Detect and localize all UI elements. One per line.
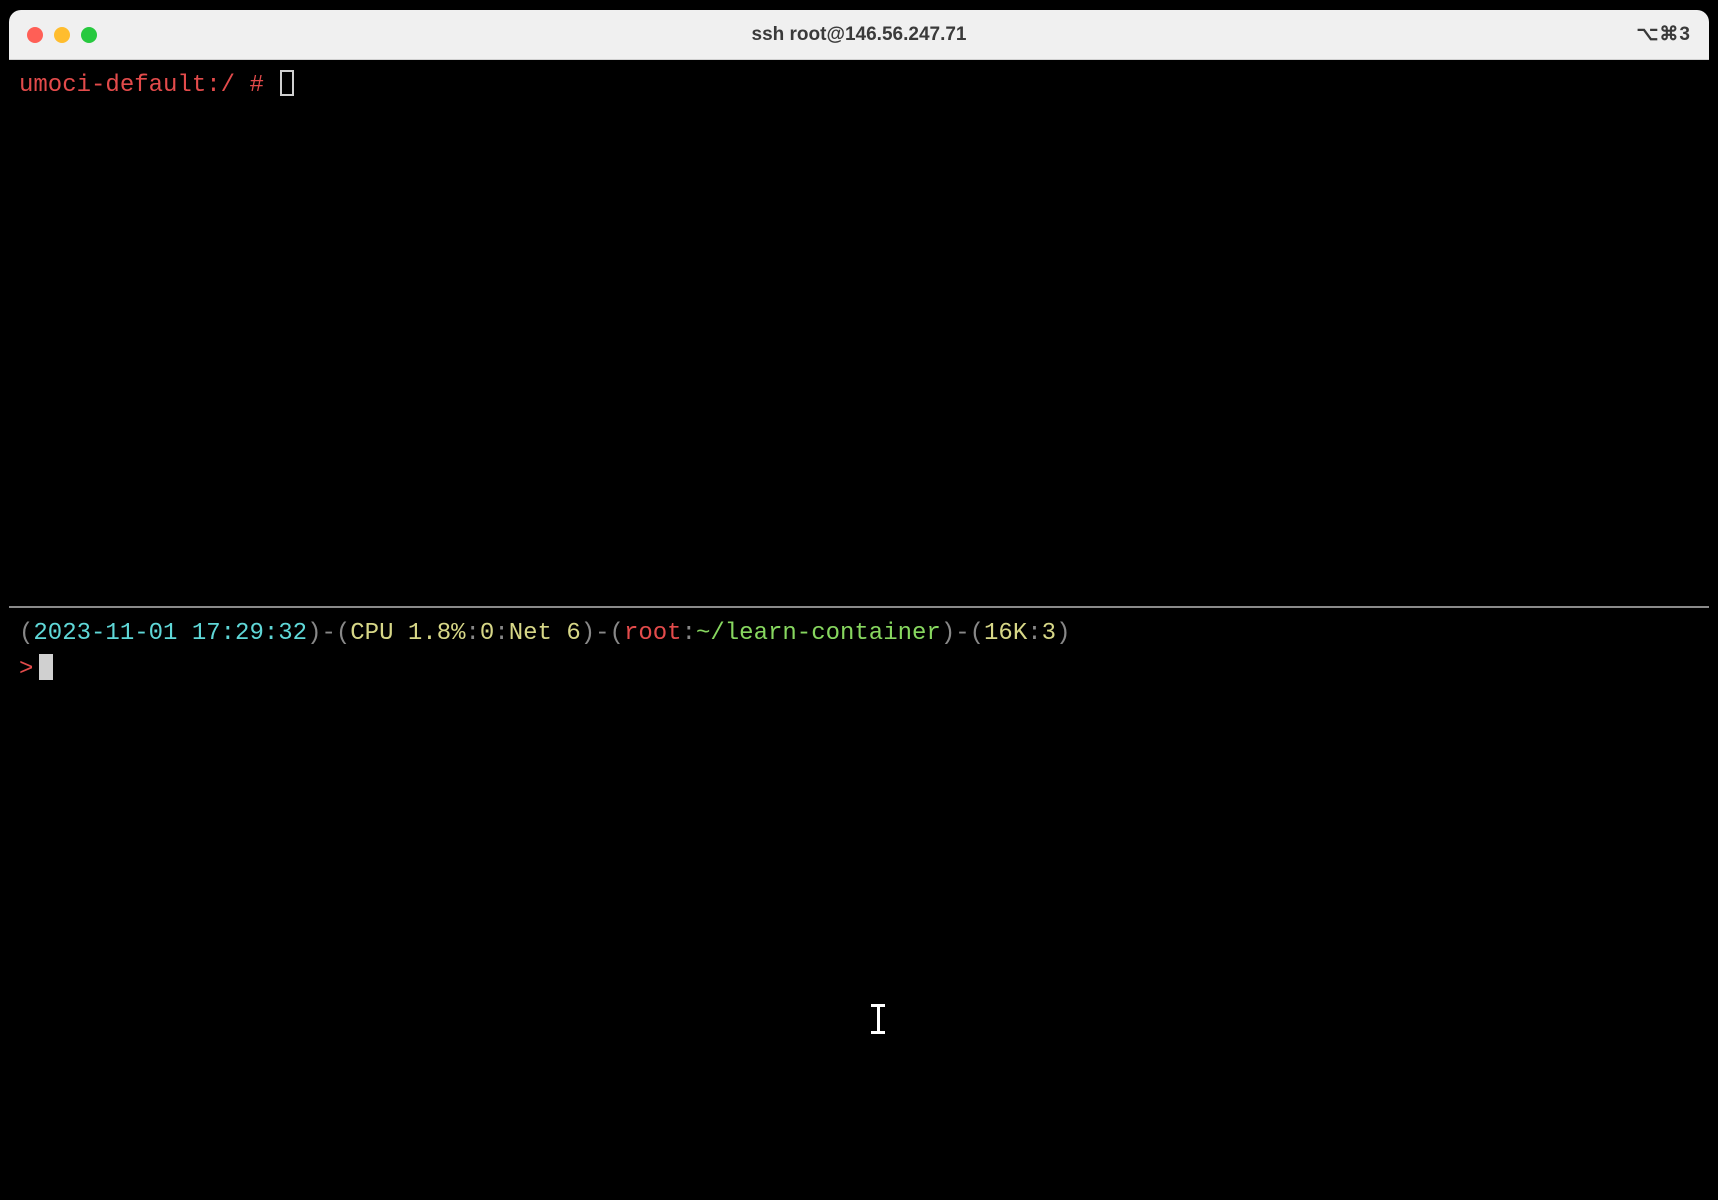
paren-open: ( bbox=[970, 620, 984, 647]
prompt-line-bottom: > bbox=[19, 652, 1699, 688]
timestamp-text: 2023-11-01 17:29:32 bbox=[33, 620, 307, 647]
paren-open: ( bbox=[336, 620, 350, 647]
user-text: root bbox=[624, 620, 682, 647]
terminal-pane-bottom[interactable]: (2023-11-01 17:29:32)-(CPU 1.8%:0:Net 6)… bbox=[9, 608, 1709, 696]
paren-close: ) bbox=[307, 620, 321, 647]
count-text: 3 bbox=[1042, 620, 1056, 647]
prompt-line-top: umoci-default:/ # bbox=[19, 68, 1699, 104]
separator: : bbox=[466, 620, 480, 647]
terminal-pane-top[interactable]: umoci-default:/ # bbox=[9, 60, 1709, 608]
net-label: Net 6 bbox=[509, 620, 581, 647]
maximize-button[interactable] bbox=[81, 27, 97, 43]
prompt-text: umoci-default:/ # bbox=[19, 72, 278, 99]
paren-close: ) bbox=[1056, 620, 1070, 647]
cursor-icon bbox=[280, 70, 294, 96]
traffic-lights bbox=[27, 27, 97, 43]
terminal-body[interactable]: umoci-default:/ # (2023-11-01 17:29:32)-… bbox=[9, 60, 1709, 1180]
path-text: ~/learn-container bbox=[696, 620, 941, 647]
minimize-button[interactable] bbox=[54, 27, 70, 43]
titlebar: ssh root@146.56.247.71 ⌥⌘3 bbox=[9, 10, 1709, 60]
separator: : bbox=[1027, 620, 1041, 647]
separator: : bbox=[682, 620, 696, 647]
paren-close: ) bbox=[941, 620, 955, 647]
paren-close: ) bbox=[581, 620, 595, 647]
window-title: ssh root@146.56.247.71 bbox=[752, 24, 967, 46]
close-button[interactable] bbox=[27, 27, 43, 43]
separator: - bbox=[595, 620, 609, 647]
terminal-window: ssh root@146.56.247.71 ⌥⌘3 umoci-default… bbox=[9, 10, 1709, 1180]
zero-text: 0 bbox=[480, 620, 494, 647]
cpu-label: CPU 1.8% bbox=[350, 620, 465, 647]
status-line: (2023-11-01 17:29:32)-(CPU 1.8%:0:Net 6)… bbox=[19, 616, 1699, 652]
separator: : bbox=[494, 620, 508, 647]
text-cursor-icon bbox=[868, 1004, 888, 1034]
cursor-icon bbox=[39, 654, 53, 680]
size-text: 16K bbox=[984, 620, 1027, 647]
separator: - bbox=[955, 620, 969, 647]
paren-open: ( bbox=[19, 620, 33, 647]
shortcut-indicator: ⌥⌘3 bbox=[1637, 23, 1691, 46]
paren-open: ( bbox=[610, 620, 624, 647]
separator: - bbox=[321, 620, 335, 647]
prompt-char: > bbox=[19, 656, 33, 683]
